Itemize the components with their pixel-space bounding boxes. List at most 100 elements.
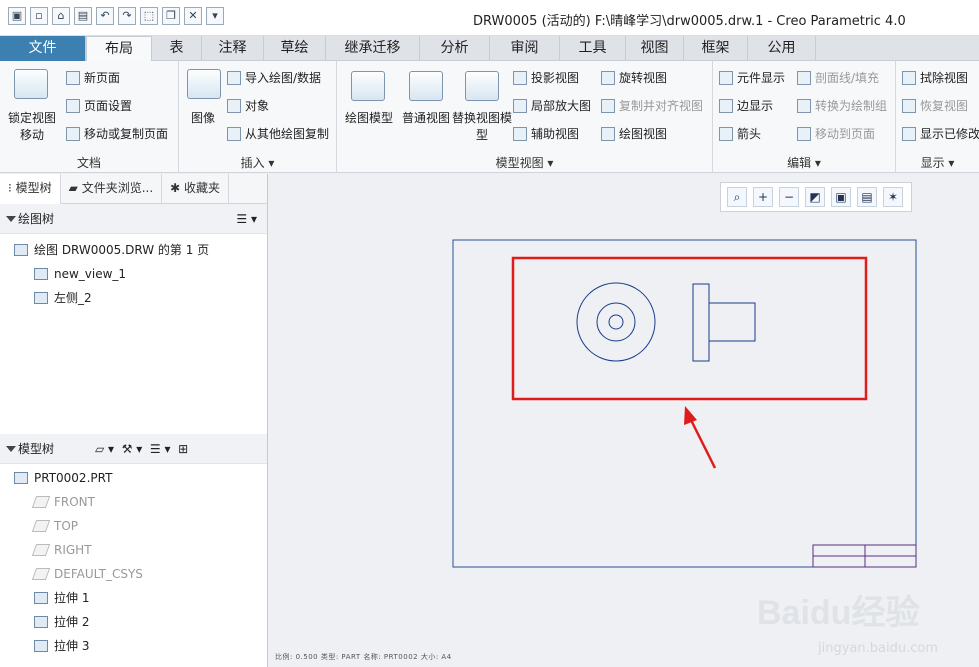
tree-item-datum-plane[interactable]: TOP (14, 514, 267, 538)
object-label: 对象 (245, 99, 270, 113)
move-to-page-button[interactable]: 移动到页面 (797, 125, 875, 142)
revolved-view-button[interactable]: 旋转视图 (601, 69, 667, 86)
tab-table[interactable]: 表 (152, 36, 202, 61)
lock-view-move-button[interactable]: 锁定视图移动 (6, 109, 58, 143)
replace-view-model-icon[interactable] (465, 71, 499, 101)
tab-analysis[interactable]: 分析 (420, 36, 490, 61)
general-view-icon[interactable] (409, 71, 443, 101)
edit-group: 元件显示 边显示 箭头 剖面线/填充 转换为绘制组 移动到页面 编辑 ▾ (713, 61, 896, 173)
copy-from-other-button[interactable]: 从其他绘图复制 (227, 125, 329, 142)
new-icon[interactable]: ▫ (30, 7, 48, 25)
object-button[interactable]: 对象 (227, 97, 269, 114)
navigator-tabs: ⁝ 模型树 ▰ 文件夹浏览... ✱ 收藏夹 (0, 174, 267, 204)
tree-item-datum-plane[interactable]: FRONT (14, 490, 267, 514)
tree-settings-icon[interactable]: ☰ ▾ (236, 204, 257, 234)
collapse-triangle-icon[interactable] (6, 216, 16, 222)
close-window-icon[interactable]: ✕ (184, 7, 202, 25)
page-setup-button[interactable]: 页面设置 (66, 97, 132, 114)
annotation-arrow-line (688, 417, 717, 469)
tab-review[interactable]: 审阅 (490, 36, 560, 61)
edit-group-title[interactable]: 编辑 ▾ (713, 154, 895, 171)
copy-align-view-icon (601, 99, 615, 113)
tab-annotate[interactable]: 注释 (202, 36, 264, 61)
window-icon[interactable]: ❐ (162, 7, 180, 25)
edge-display-button[interactable]: 边显示 (719, 97, 773, 114)
section-line-fill-button[interactable]: 剖面线/填充 (797, 69, 879, 86)
projection-view-button[interactable]: 投影视图 (513, 69, 579, 86)
show-modified-button[interactable]: 显示已修改 (902, 125, 979, 142)
tab-legacy-migration[interactable]: 继承迁移 (326, 36, 420, 61)
save-icon[interactable]: ▤ (74, 7, 92, 25)
window-title: DRW0005 (活动的) F:\晴峰学习\drw0005.drw.1 - Cr… (473, 14, 906, 29)
drawing-tree-header[interactable]: 绘图树 ☰ ▾ (0, 204, 267, 234)
copy-align-view-button[interactable]: 复制并对齐视图 (601, 97, 703, 114)
annotation-arrow-head (684, 406, 697, 425)
tree-item-label: 拉伸 2 (54, 615, 90, 629)
move-copy-page-button[interactable]: 移动或复制页面 (66, 125, 168, 142)
model-tree: PRT0002.PRT FRONT TOP RIGHT DEFAULT_CSYS… (0, 464, 267, 658)
import-drawing-button[interactable]: 导入绘图/数据 (227, 69, 321, 86)
new-page-label: 新页面 (84, 71, 121, 85)
tree-item-extrude[interactable]: 拉伸 1 (14, 586, 267, 610)
tab-model-tree[interactable]: ⁝ 模型树 (0, 174, 61, 204)
tree-item-view[interactable]: 左侧_2 (14, 286, 267, 310)
more-icon[interactable]: ▾ (206, 7, 224, 25)
tree-item-datum-plane[interactable]: RIGHT (14, 538, 267, 562)
display-group-title[interactable]: 显示 ▾ (896, 154, 979, 171)
view-middle-circle[interactable] (596, 302, 636, 342)
tab-frame[interactable]: 框架 (684, 36, 748, 61)
left-view-flange[interactable] (692, 283, 710, 362)
tab-tools[interactable]: 工具 (560, 36, 626, 61)
redo-icon[interactable]: ↷ (118, 7, 136, 25)
detail-view-button[interactable]: 局部放大图 (513, 97, 591, 114)
insert-group-title[interactable]: 插入 ▾ (179, 154, 336, 171)
drawing-tree: 绘图 DRW0005.DRW 的第 1 页 new_view_1 左侧_2 (0, 234, 267, 414)
drawing-view-button[interactable]: 绘图视图 (601, 125, 667, 142)
tree-item-extrude[interactable]: 拉伸 3 (14, 634, 267, 658)
tab-favorites[interactable]: ✱ 收藏夹 (162, 174, 230, 204)
drawing-model-button[interactable]: 绘图模型 (339, 109, 399, 126)
tab-file[interactable]: 文件 (0, 36, 86, 61)
resume-view-button[interactable]: 恢复视图 (902, 97, 968, 114)
tab-view[interactable]: 视图 (626, 36, 684, 61)
page-setup-label: 页面设置 (84, 99, 133, 113)
general-view-button[interactable]: 普通视图 (396, 109, 456, 126)
component-display-button[interactable]: 元件显示 (719, 69, 785, 86)
arrow-button[interactable]: 箭头 (719, 125, 761, 142)
convert-draw-group-icon (797, 99, 811, 113)
view-outer-circle[interactable] (576, 282, 656, 362)
app-icon[interactable]: ▣ (8, 7, 26, 25)
image-button[interactable]: 图像 (179, 109, 227, 126)
tab-folder-browser[interactable]: ▰ 文件夹浏览... (61, 174, 163, 204)
tree-item-label: RIGHT (54, 543, 92, 557)
tree-filter-icons[interactable]: ▱ ▾ ⚒ ▾ ☰ ▾ ⊞ (95, 434, 188, 464)
model-tree-header[interactable]: 模型树 ▱ ▾ ⚒ ▾ ☰ ▾ ⊞ (0, 434, 267, 464)
replace-view-model-button[interactable]: 替换视图模型 (452, 109, 512, 143)
part-icon (14, 472, 28, 484)
tab-sketch[interactable]: 草绘 (264, 36, 326, 61)
auxiliary-view-label: 辅助视图 (531, 127, 580, 141)
view-icon (34, 292, 48, 304)
left-view-shaft[interactable] (708, 302, 756, 342)
undo-icon[interactable]: ↶ (96, 7, 114, 25)
tab-public[interactable]: 公用 (748, 36, 816, 61)
open-icon[interactable]: ⌂ (52, 7, 70, 25)
component-display-icon (719, 71, 733, 85)
drawing-model-icon[interactable] (351, 71, 385, 101)
tree-item-csys[interactable]: DEFAULT_CSYS (14, 562, 267, 586)
image-icon[interactable] (187, 69, 221, 99)
tree-item-part[interactable]: PRT0002.PRT (14, 466, 267, 490)
collapse-triangle-icon[interactable] (6, 446, 16, 452)
new-page-button[interactable]: 新页面 (66, 69, 120, 86)
view-inner-circle[interactable] (608, 314, 624, 330)
select-box-icon[interactable]: ⬚ (140, 7, 158, 25)
tree-item-page[interactable]: 绘图 DRW0005.DRW 的第 1 页 (14, 238, 267, 262)
tab-layout[interactable]: 布局 (86, 36, 152, 61)
tree-item-extrude[interactable]: 拉伸 2 (14, 610, 267, 634)
auxiliary-view-button[interactable]: 辅助视图 (513, 125, 579, 142)
model-views-group-title[interactable]: 模型视图 ▾ (337, 154, 712, 171)
lock-view-move-icon[interactable] (14, 69, 48, 99)
convert-draw-group-button[interactable]: 转换为绘制组 (797, 97, 887, 114)
erase-view-button[interactable]: 拭除视图 (902, 69, 968, 86)
tree-item-view[interactable]: new_view_1 (14, 262, 267, 286)
